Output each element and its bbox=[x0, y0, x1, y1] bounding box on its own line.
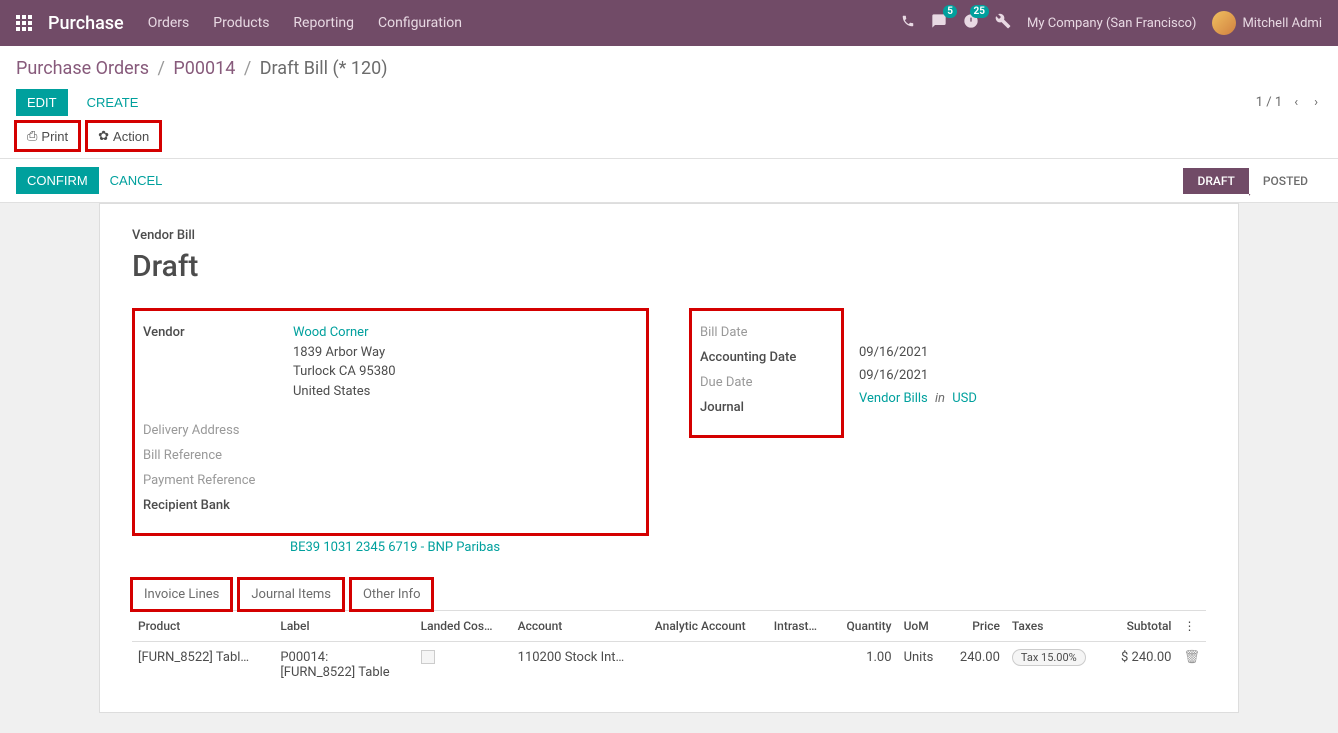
date-fields-highlight: Bill Date Accounting Date Due Date Journ… bbox=[689, 308, 844, 438]
phone-icon[interactable] bbox=[901, 14, 915, 32]
pager-prev-icon[interactable]: ‹ bbox=[1290, 93, 1302, 112]
topbar: Purchase Orders Products Reporting Confi… bbox=[0, 0, 1338, 46]
user-menu[interactable]: Mitchell Admi bbox=[1212, 11, 1322, 35]
control-panel: Purchase Orders / P00014 / Draft Bill (*… bbox=[0, 46, 1338, 159]
pager-next-icon[interactable]: › bbox=[1310, 93, 1322, 112]
app-title[interactable]: Purchase bbox=[48, 13, 124, 34]
cell-product: [FURN_8522] Tabl… bbox=[132, 642, 274, 689]
vendor-link[interactable]: Wood Corner bbox=[293, 325, 368, 340]
payment-reference-label: Payment Reference bbox=[143, 471, 293, 488]
cell-taxes: Tax 15.00% bbox=[1006, 642, 1105, 689]
create-button[interactable]: CREATE bbox=[76, 89, 150, 116]
menu-reporting[interactable]: Reporting bbox=[293, 15, 354, 31]
avatar bbox=[1212, 11, 1236, 35]
vendor-label: Vendor bbox=[143, 323, 293, 340]
statusbar: CONFIRM CANCEL DRAFT POSTED bbox=[0, 159, 1338, 203]
form-sheet: Vendor Bill Draft Vendor Wood Corner 183… bbox=[99, 203, 1239, 713]
tab-invoice-lines[interactable]: Invoice Lines bbox=[132, 579, 231, 610]
currency-link[interactable]: USD bbox=[952, 391, 977, 406]
accounting-date-label: Accounting Date bbox=[700, 348, 796, 365]
tab-other-info[interactable]: Other Info bbox=[351, 579, 433, 610]
cell-account: 110200 Stock Int… bbox=[512, 642, 649, 689]
pager: 1 / 1 ‹ › bbox=[1256, 93, 1322, 112]
breadcrumb-parent[interactable]: P00014 bbox=[173, 58, 235, 79]
breadcrumb-root[interactable]: Purchase Orders bbox=[16, 58, 149, 79]
menu-orders[interactable]: Orders bbox=[148, 15, 190, 31]
notebook-tabs: Invoice Lines Journal Items Other Info bbox=[132, 579, 1206, 611]
debug-icon[interactable] bbox=[995, 13, 1011, 33]
col-uom[interactable]: UoM bbox=[898, 611, 946, 642]
col-label[interactable]: Label bbox=[274, 611, 414, 642]
gear-icon: ✿ bbox=[98, 128, 109, 144]
col-product[interactable]: Product bbox=[132, 611, 274, 642]
activities-icon[interactable]: 25 bbox=[963, 13, 979, 33]
print-button[interactable]: ⎙ Print bbox=[16, 122, 79, 150]
status-draft[interactable]: DRAFT bbox=[1183, 168, 1248, 194]
col-price[interactable]: Price bbox=[946, 611, 1006, 642]
activities-badge: 25 bbox=[970, 5, 989, 18]
due-date-label: Due Date bbox=[700, 373, 753, 390]
due-date-value: 09/16/2021 bbox=[859, 368, 1159, 383]
col-landed[interactable]: Landed Cos… bbox=[415, 611, 512, 642]
table-row[interactable]: [FURN_8522] Tabl… P00014: [FURN_8522] Ta… bbox=[132, 642, 1206, 689]
breadcrumb-current: Draft Bill (* 120) bbox=[260, 58, 388, 79]
pager-value[interactable]: 1 / 1 bbox=[1256, 95, 1282, 110]
main-menu: Orders Products Reporting Configuration bbox=[148, 15, 462, 31]
confirm-button[interactable]: CONFIRM bbox=[16, 167, 99, 194]
cell-uom: Units bbox=[898, 642, 946, 689]
tab-journal-items[interactable]: Journal Items bbox=[239, 579, 343, 610]
doc-title: Draft bbox=[132, 249, 1206, 284]
vendor-fields-highlight: Vendor Wood Corner 1839 Arbor Way Turloc… bbox=[132, 308, 649, 536]
edit-button[interactable]: EDIT bbox=[16, 89, 68, 116]
invoice-lines-table: Product Label Landed Cos… Account Analyt… bbox=[132, 611, 1206, 688]
cell-landed bbox=[415, 642, 512, 689]
delete-row-icon[interactable]: 🗑 bbox=[1183, 650, 1200, 665]
vendor-value: Wood Corner 1839 Arbor Way Turlock CA 95… bbox=[293, 323, 638, 401]
journal-link[interactable]: Vendor Bills bbox=[859, 391, 928, 406]
bill-date-label: Bill Date bbox=[700, 323, 748, 340]
accounting-date-value: 09/16/2021 bbox=[859, 345, 1159, 360]
col-account[interactable]: Account bbox=[512, 611, 649, 642]
status-posted[interactable]: POSTED bbox=[1249, 168, 1322, 194]
recipient-bank-value[interactable]: BE39 1031 2345 6719 - BNP Paribas bbox=[290, 540, 500, 555]
doc-subtitle: Vendor Bill bbox=[132, 228, 1206, 243]
bill-reference-label: Bill Reference bbox=[143, 446, 293, 463]
col-taxes[interactable]: Taxes bbox=[1006, 611, 1105, 642]
cell-quantity: 1.00 bbox=[832, 642, 898, 689]
columns-menu-icon[interactable]: ⋮ bbox=[1183, 619, 1195, 633]
cell-subtotal: $ 240.00 bbox=[1105, 642, 1177, 689]
user-name: Mitchell Admi bbox=[1242, 16, 1322, 31]
col-quantity[interactable]: Quantity bbox=[832, 611, 898, 642]
breadcrumb: Purchase Orders / P00014 / Draft Bill (*… bbox=[16, 58, 1322, 79]
cell-analytic bbox=[649, 642, 768, 689]
col-subtotal[interactable]: Subtotal bbox=[1105, 611, 1177, 642]
menu-products[interactable]: Products bbox=[213, 15, 269, 31]
cell-label: P00014: [FURN_8522] Table bbox=[274, 642, 414, 689]
recipient-bank-label: Recipient Bank bbox=[143, 496, 293, 513]
journal-label: Journal bbox=[700, 398, 744, 415]
apps-icon[interactable] bbox=[16, 15, 32, 31]
journal-value: Vendor Bills in USD bbox=[859, 391, 1159, 406]
cell-intrastat bbox=[768, 642, 832, 689]
cancel-button[interactable]: CANCEL bbox=[99, 167, 174, 194]
cell-price: 240.00 bbox=[946, 642, 1006, 689]
messages-icon[interactable]: 5 bbox=[931, 13, 947, 33]
action-button[interactable]: ✿ Action bbox=[87, 122, 160, 150]
menu-configuration[interactable]: Configuration bbox=[378, 15, 462, 31]
landed-checkbox[interactable] bbox=[421, 650, 435, 664]
print-icon: ⎙ bbox=[27, 128, 37, 144]
company-selector[interactable]: My Company (San Francisco) bbox=[1027, 16, 1196, 31]
col-analytic[interactable]: Analytic Account bbox=[649, 611, 768, 642]
delivery-address-label: Delivery Address bbox=[143, 421, 293, 438]
col-intrastat[interactable]: Intrast… bbox=[768, 611, 832, 642]
messages-badge: 5 bbox=[943, 5, 957, 18]
